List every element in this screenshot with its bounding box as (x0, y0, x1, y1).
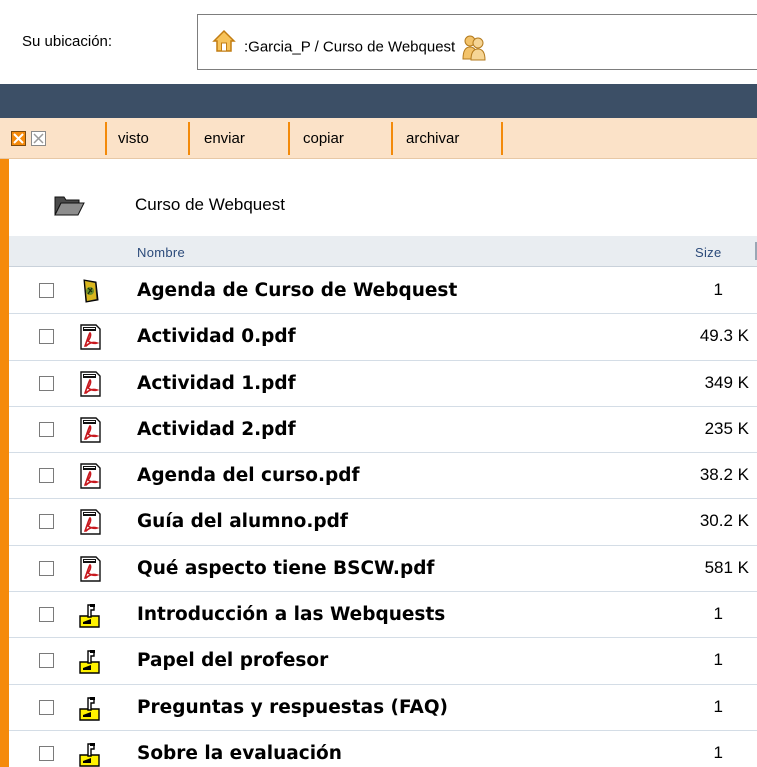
file-size: 235 K (704, 418, 749, 438)
row-checkbox[interactable] (39, 560, 54, 576)
open-folder-icon (54, 196, 85, 216)
pdf-icon[interactable] (78, 370, 102, 397)
row-checkbox[interactable] (39, 375, 54, 391)
file-name-link[interactable]: Qué aspecto tiene BSCW.pdf (137, 558, 434, 579)
toolbar-separator (288, 122, 290, 155)
file-name-link[interactable]: Sobre la evaluación (137, 743, 342, 764)
row-checkbox[interactable] (39, 468, 54, 484)
current-folder: Curso de Webquest (9, 159, 757, 236)
pdf-icon[interactable] (78, 417, 102, 443)
select-all-icon[interactable] (11, 131, 26, 146)
file-name-link[interactable]: Actividad 0.pdf (137, 326, 296, 347)
enviar-button[interactable]: enviar (204, 130, 245, 147)
action-toolbar: visto enviar copiar archivar (0, 118, 757, 159)
visto-button[interactable]: visto (118, 130, 149, 147)
location-path-text[interactable]: :Garcia_P / Curso de Webquest (244, 39, 455, 56)
folder-title: Curso de Webquest (135, 195, 285, 214)
file-name-link[interactable]: Introducción a las Webquests (137, 604, 445, 625)
discussion-icon[interactable] (78, 741, 102, 767)
row-checkbox[interactable] (39, 283, 54, 298)
file-size: 1 (713, 650, 723, 670)
sidebar-accent (0, 159, 9, 767)
file-row[interactable]: Qué aspecto tiene BSCW.pdf 581 K (9, 545, 757, 593)
file-row[interactable]: Actividad 1.pdf 349 K (9, 360, 757, 407)
file-row[interactable]: Introducción a las Webquests 1 (9, 592, 757, 639)
row-checkbox[interactable] (39, 329, 54, 345)
file-name-link[interactable]: Papel del profesor (137, 650, 328, 671)
discussion-icon[interactable] (78, 695, 102, 721)
file-size: 1 (713, 604, 723, 624)
file-row[interactable]: Actividad 2.pdf 235 K (9, 406, 757, 454)
pdf-icon[interactable] (78, 463, 102, 489)
file-name-link[interactable]: Preguntas y respuestas (FAQ) (137, 697, 448, 718)
file-name-link[interactable]: Agenda del curso.pdf (137, 465, 360, 486)
file-row[interactable]: Guía del alumno.pdf 30.2 K (9, 499, 757, 546)
pdf-icon[interactable] (78, 324, 102, 350)
copiar-button[interactable]: copiar (303, 130, 344, 147)
file-size: 1 (713, 696, 723, 716)
file-size: 38.2 K (699, 465, 749, 485)
file-list: Agenda de Curso de Webquest 1 Actividad 0.… (9, 268, 757, 767)
file-size: 1 (713, 742, 723, 762)
column-size-header[interactable]: Size (695, 245, 722, 260)
file-row[interactable]: Actividad 0.pdf 49.3 K (9, 314, 757, 361)
file-row[interactable]: Papel del profesor 1 (9, 638, 757, 685)
row-checkbox[interactable] (39, 607, 54, 623)
location-path[interactable]: :Garcia_P / Curso de Webquest (244, 33, 486, 61)
file-size: 49.3 K (699, 326, 749, 346)
members-icon[interactable] (462, 33, 486, 61)
column-name-header[interactable]: Nombre (137, 245, 185, 260)
file-name-link[interactable]: Actividad 1.pdf (137, 373, 296, 394)
discussion-icon[interactable] (78, 648, 102, 675)
pdf-icon[interactable] (78, 509, 102, 536)
discussion-icon[interactable] (78, 602, 102, 628)
file-name-link[interactable]: Guía del alumno.pdf (137, 511, 348, 532)
pdf-icon[interactable] (78, 556, 102, 582)
toolbar-separator (105, 122, 107, 155)
row-checkbox[interactable] (39, 421, 54, 437)
file-size: 349 K (704, 372, 749, 392)
file-size: 30.2 K (699, 511, 749, 531)
toolbar-separator (501, 122, 503, 155)
file-size: 581 K (704, 557, 749, 577)
file-row[interactable]: Sobre la evaluación 1 (9, 730, 757, 767)
row-checkbox[interactable] (39, 745, 54, 761)
file-row[interactable]: Agenda de Curso de Webquest 1 (9, 268, 757, 315)
toolbar-separator (188, 122, 190, 155)
deselect-all-icon[interactable] (31, 131, 46, 146)
file-size: 1 (713, 280, 723, 299)
file-name-link[interactable]: Agenda de Curso de Webquest (137, 280, 457, 301)
toolbar-separator (391, 122, 393, 155)
row-checkbox[interactable] (39, 514, 54, 530)
location-path-box: :Garcia_P / Curso de Webquest (197, 14, 757, 70)
header-bar (0, 84, 757, 118)
agenda-icon[interactable] (78, 278, 102, 304)
location-label: Su ubicación: (22, 33, 113, 50)
location-bar: Su ubicación: :Garcia_P / Curso de Webqu… (0, 0, 757, 84)
row-checkbox[interactable] (39, 653, 54, 669)
column-header: Nombre Size (9, 236, 757, 267)
row-checkbox[interactable] (39, 699, 54, 715)
file-row[interactable]: Preguntas y respuestas (FAQ) 1 (9, 684, 757, 731)
home-icon[interactable] (211, 28, 237, 54)
file-row[interactable]: Agenda del curso.pdf 38.2 K (9, 453, 757, 500)
file-name-link[interactable]: Actividad 2.pdf (137, 419, 296, 440)
archivar-button[interactable]: archivar (406, 130, 459, 147)
